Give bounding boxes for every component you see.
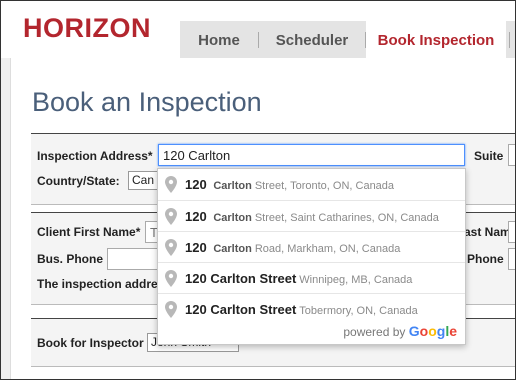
suggestion-number: 120 <box>185 209 207 224</box>
client-last-name-input[interactable] <box>508 221 515 243</box>
powered-by-text: powered by <box>343 325 406 339</box>
suggestion-locality: Road, Markham, ON, Canada <box>254 243 401 255</box>
client-first-name-label: Client First Name* <box>37 225 141 239</box>
map-pin-icon <box>165 301 177 318</box>
suggestion-item[interactable]: 120 Carlton Street, Saint Catharines, ON,… <box>158 200 465 232</box>
nav-home[interactable]: Home <box>180 21 258 58</box>
nav-scheduler[interactable]: Scheduler <box>259 21 365 58</box>
suite-input[interactable] <box>508 144 515 166</box>
suggestion-locality: Winnipeg, MB, Canada <box>299 274 413 286</box>
nav-book-inspection[interactable]: Book Inspection <box>366 21 506 58</box>
page-title: Book an Inspection <box>32 87 262 117</box>
main-nav: Home Scheduler Book Inspection <box>180 21 515 59</box>
suggestion-street: Carlton <box>213 180 252 192</box>
inspection-address-input[interactable] <box>158 144 465 166</box>
suggestion-street: Carlton <box>213 212 252 224</box>
map-pin-icon <box>165 176 177 193</box>
map-pin-icon <box>165 208 177 225</box>
google-logo: Google <box>408 323 457 339</box>
suggestion-item[interactable]: 120 Carlton Street Winnipeg, MB, Canada <box>158 262 465 294</box>
suggestion-street: Carlton <box>213 243 252 255</box>
suggestion-number: 120 <box>185 240 207 255</box>
suggestion-locality: Tobermory, ON, Canada <box>299 305 418 317</box>
suggestion-item[interactable]: 120 Carlton Road, Markham, ON, Canada <box>158 231 465 263</box>
inspection-address-note: The inspection addre <box>37 277 158 291</box>
powered-by-google: powered by Google <box>343 323 457 339</box>
suggestion-street: Carlton Street <box>210 271 297 286</box>
phone-input[interactable] <box>508 248 515 270</box>
suggestion-number: 120 <box>185 177 207 192</box>
bus-phone-label: Bus. Phone <box>37 252 104 266</box>
suggestion-number: 120 <box>185 302 207 317</box>
address-autocomplete-dropdown: 120 Carlton Street, Toronto, ON, Canada 1… <box>157 168 466 345</box>
phone-label: Phone <box>467 252 504 266</box>
country-state-label: Country/State: <box>37 174 120 188</box>
suggestion-item[interactable]: 120 Carlton Street, Toronto, ON, Canada <box>158 169 465 200</box>
map-pin-icon <box>165 270 177 287</box>
map-pin-icon <box>165 239 177 256</box>
suite-label: Suite <box>474 149 504 163</box>
suggestion-item[interactable]: 120 Carlton Street Tobermory, ON, Canada <box>158 293 465 325</box>
suggestion-locality: Street, Saint Catharines, ON, Canada <box>254 212 439 224</box>
nav-divider <box>509 32 510 48</box>
app-window: HORIZON Home Scheduler Book Inspection B… <box>0 0 516 380</box>
suggestion-number: 120 <box>185 271 207 286</box>
book-for-inspector-label: Book for Inspector <box>37 336 144 350</box>
brand-logo[interactable]: HORIZON <box>23 13 151 44</box>
inspection-address-label: Inspection Address* <box>37 149 153 163</box>
suggestion-street: Carlton Street <box>210 302 297 317</box>
suggestion-locality: Street, Toronto, ON, Canada <box>254 180 395 192</box>
